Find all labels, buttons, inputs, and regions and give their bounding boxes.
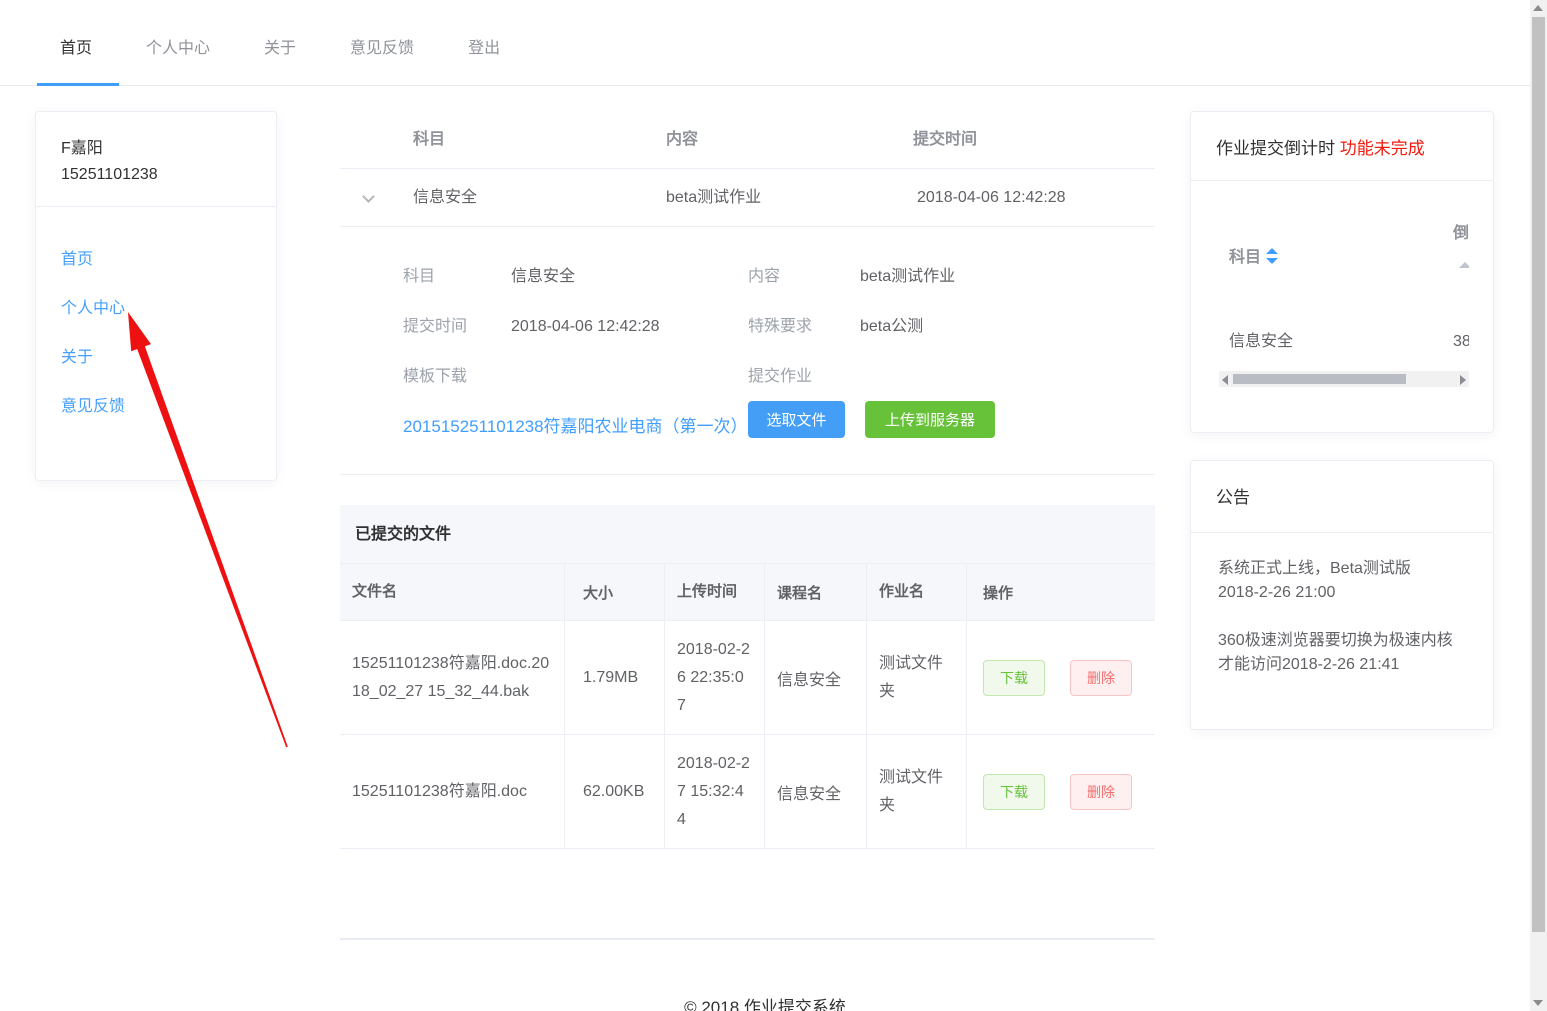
nav-tab-personal-center[interactable]: 个人中心 [119, 7, 237, 85]
file-size: 1.79MB [565, 621, 665, 734]
homework-subject: 信息安全 [413, 169, 477, 227]
column-actions: 操作 [967, 564, 1155, 620]
vertical-scroll-thumb[interactable] [1532, 17, 1545, 932]
file-course: 信息安全 [765, 735, 867, 848]
file-actions: 下载 删除 [967, 621, 1155, 734]
sidebar-menu: 首页 个人中心 关于 意见反馈 [36, 207, 276, 431]
scroll-left-arrow-icon[interactable] [1222, 375, 1228, 385]
homework-detail: 科目 信息安全 内容 beta测试作业 提交时间 2018-04-06 12:4… [340, 227, 1155, 475]
homework-table-header: 科目 内容 提交时间 [340, 110, 1155, 169]
countdown-row-value: 38 [1453, 332, 1469, 352]
homework-submission-page: 首页 个人中心 关于 意见反馈 登出 F嘉阳 15251101238 首页 个人… [0, 0, 1547, 1011]
file-course: 信息安全 [765, 621, 867, 734]
homework-row: 信息安全 beta测试作业 2018-04-06 12:42:28 [340, 169, 1155, 227]
profile-sidebar: F嘉阳 15251101238 首页 个人中心 关于 意见反馈 [35, 111, 277, 481]
sidebar-item-home[interactable]: 首页 [61, 235, 276, 284]
file-name: 15251101238符嘉阳.doc [340, 735, 565, 848]
file-homework: 测试文件夹 [867, 621, 967, 734]
nav-tab-feedback[interactable]: 意见反馈 [323, 7, 441, 85]
files-table-header: 文件名 大小 上传时间 课程名 作业名 操作 [340, 564, 1155, 621]
horizontal-scroll-thumb[interactable] [1233, 374, 1406, 384]
column-submit-time: 提交时间 [913, 110, 977, 169]
countdown-panel: 作业提交倒计时 功能未完成 科目 倒 信息安全 38 [1190, 111, 1494, 433]
countdown-clipped-header: 倒 [1453, 224, 1469, 244]
announcement-body: 系统正式上线，Beta测试版 2018-2-26 21:00 360极速浏览器要… [1191, 533, 1476, 677]
detail-template-label: 模板下载 [403, 363, 467, 391]
detail-requirement-label: 特殊要求 [748, 313, 812, 341]
countdown-horizontal-scrollbar[interactable] [1219, 371, 1469, 387]
column-file-name: 文件名 [340, 564, 565, 620]
top-navbar: 首页 个人中心 关于 意见反馈 登出 [0, 0, 1530, 86]
file-row: 15251101238符嘉阳.doc.2018_02_27 15_32_44.b… [340, 621, 1155, 735]
scroll-down-arrow-icon[interactable] [1533, 1000, 1543, 1006]
file-upload-time: 2018-02-27 15:32:44 [665, 735, 765, 848]
scroll-up-arrow-icon[interactable] [1533, 5, 1543, 11]
detail-subject-label: 科目 [403, 263, 435, 291]
detail-time-label: 提交时间 [403, 313, 467, 341]
file-actions: 下载 删除 [967, 735, 1155, 848]
detail-submit-label: 提交作业 [748, 363, 812, 391]
announcement-item: 360极速浏览器要切换为极速内核才能访问2018-2-26 21:41 [1218, 629, 1456, 677]
homework-section: 科目 内容 提交时间 信息安全 beta测试作业 2018-04-06 12:4… [340, 110, 1155, 475]
user-name: F嘉阳 [36, 112, 276, 162]
file-homework: 测试文件夹 [867, 735, 967, 848]
detail-requirement-value: beta公测 [860, 313, 923, 341]
sort-caret-gray-icon[interactable] [1459, 262, 1469, 268]
detail-content-label: 内容 [748, 263, 780, 291]
sidebar-item-about[interactable]: 关于 [61, 333, 276, 382]
sidebar-item-personal-center[interactable]: 个人中心 [61, 284, 276, 333]
detail-subject-value: 信息安全 [511, 263, 575, 291]
window-vertical-scrollbar[interactable] [1530, 0, 1547, 1011]
countdown-unfinished-notice: 功能未完成 [1340, 139, 1425, 158]
column-file-size: 大小 [565, 564, 665, 620]
column-subject: 科目 [413, 110, 445, 169]
nav-tab-about[interactable]: 关于 [237, 7, 323, 85]
column-homework-name: 作业名 [867, 564, 967, 620]
template-download-link[interactable]: 201515251101238符嘉阳农业电商（第一次） [403, 414, 748, 440]
homework-content: beta测试作业 [666, 169, 761, 227]
column-content: 内容 [666, 110, 698, 169]
column-course-name: 课程名 [765, 564, 867, 620]
submitted-files-section: 已提交的文件 文件名 大小 上传时间 课程名 作业名 操作 1525110123… [340, 505, 1155, 940]
sort-carets-icon[interactable] [1266, 248, 1278, 264]
countdown-row-subject: 信息安全 [1229, 332, 1293, 352]
scroll-right-arrow-icon[interactable] [1460, 375, 1466, 385]
footer-copyright: © 2018 作业提交系统 [0, 993, 1530, 1011]
expand-chevron-icon[interactable] [362, 190, 375, 203]
file-name: 15251101238符嘉阳.doc.2018_02_27 15_32_44.b… [340, 621, 565, 734]
nav-tab-home[interactable]: 首页 [33, 7, 119, 85]
countdown-title: 作业提交倒计时 功能未完成 [1191, 112, 1493, 181]
download-button[interactable]: 下载 [983, 774, 1045, 810]
upload-to-server-button[interactable]: 上传到服务器 [865, 401, 995, 438]
submitted-files-title: 已提交的文件 [340, 505, 1155, 564]
file-size: 62.00KB [565, 735, 665, 848]
countdown-title-text: 作业提交倒计时 [1216, 139, 1335, 158]
pick-file-button[interactable]: 选取文件 [748, 401, 845, 438]
delete-button[interactable]: 删除 [1070, 660, 1132, 696]
column-upload-time: 上传时间 [665, 564, 765, 620]
announcement-item: 系统正式上线，Beta测试版 2018-2-26 21:00 [1218, 557, 1456, 605]
detail-content-value: beta测试作业 [860, 263, 955, 291]
delete-button[interactable]: 删除 [1070, 774, 1132, 810]
countdown-table-viewport: 科目 倒 信息安全 38 [1219, 202, 1469, 367]
detail-time-value: 2018-04-06 12:42:28 [511, 313, 660, 341]
file-upload-time: 2018-02-26 22:35:07 [665, 621, 765, 734]
nav-tab-logout[interactable]: 登出 [441, 7, 527, 85]
user-student-id: 15251101238 [36, 162, 276, 207]
countdown-subject-header-text: 科目 [1229, 249, 1261, 266]
countdown-subject-header[interactable]: 科目 [1229, 248, 1278, 268]
file-row: 15251101238符嘉阳.doc 62.00KB 2018-02-27 15… [340, 735, 1155, 849]
announcement-title: 公告 [1191, 461, 1493, 533]
download-button[interactable]: 下载 [983, 660, 1045, 696]
sidebar-item-feedback[interactable]: 意见反馈 [61, 382, 276, 431]
homework-time: 2018-04-06 12:42:28 [917, 169, 1066, 227]
announcement-panel: 公告 系统正式上线，Beta测试版 2018-2-26 21:00 360极速浏… [1190, 460, 1494, 730]
